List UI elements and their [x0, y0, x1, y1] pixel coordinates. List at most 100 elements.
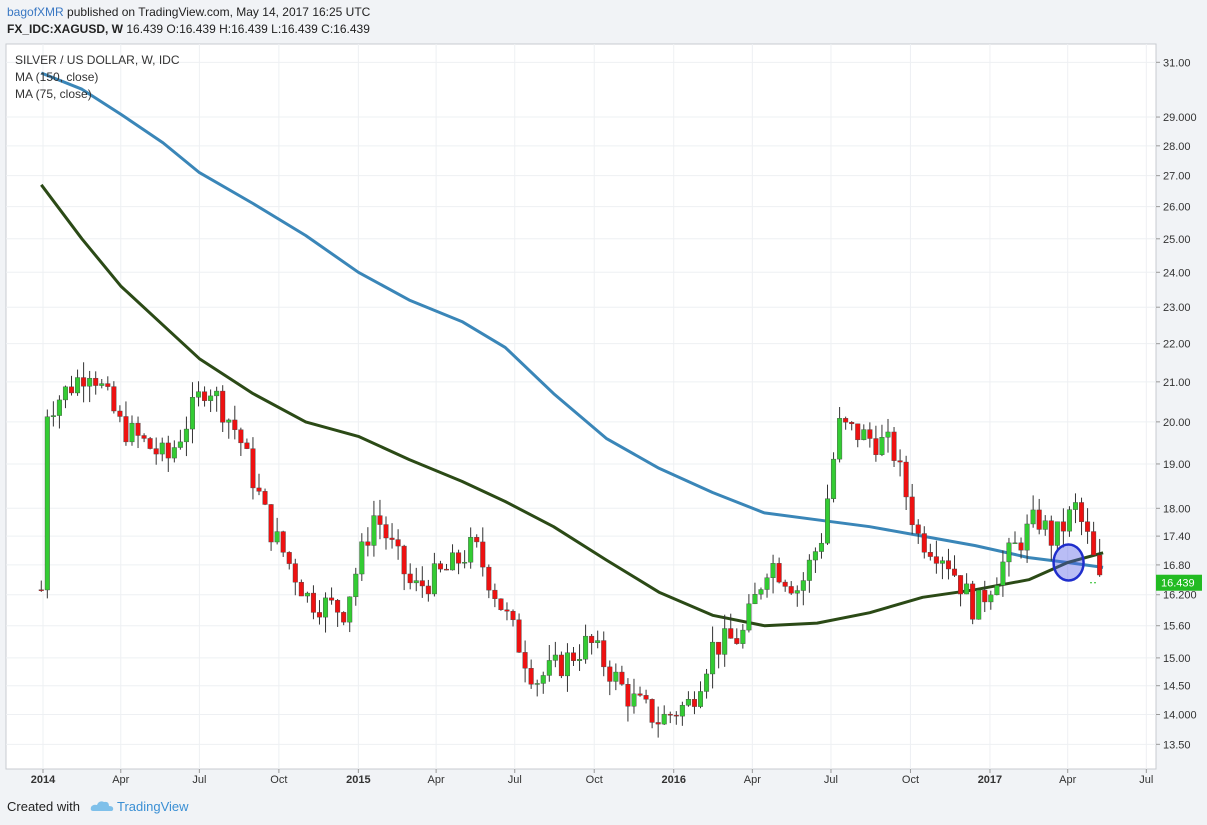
candle-down [1048, 520, 1054, 546]
y-tick-label: 17.40 [1163, 531, 1191, 543]
x-tick-label: 2016 [661, 774, 685, 786]
candle-up [183, 428, 189, 443]
candle-down [728, 628, 734, 639]
candle-down [673, 714, 679, 717]
last-price-label: 16.439 [1161, 578, 1195, 590]
x-tick-label: Jul [824, 774, 838, 786]
candle-up [752, 593, 758, 605]
candle-up [861, 429, 867, 441]
candle-down [141, 435, 147, 439]
candle-up [75, 377, 81, 394]
candle-up [613, 671, 619, 682]
candle-down [1091, 531, 1097, 556]
candle-down [522, 652, 528, 669]
y-tick-label: 27.00 [1163, 171, 1191, 183]
y-tick-label: 21.00 [1163, 377, 1191, 389]
candle-up [740, 629, 746, 644]
candle-down [776, 563, 782, 583]
candle-up [359, 541, 365, 575]
candle-down [456, 552, 462, 564]
candle-up [129, 422, 135, 443]
candle-down [425, 585, 431, 595]
x-tick-label: Oct [586, 774, 603, 786]
candle-down [383, 524, 389, 539]
candle-down [909, 496, 915, 526]
y-tick-label: 19.00 [1163, 459, 1191, 471]
candle-down [498, 598, 504, 611]
candle-up [988, 594, 994, 603]
candle-down [280, 531, 286, 553]
candle-up [994, 585, 1000, 596]
candle-down [165, 442, 171, 459]
candle-down [220, 390, 226, 423]
candle-down [903, 461, 909, 498]
candle-down [335, 600, 341, 613]
candle-down [849, 422, 855, 425]
candle-up [885, 431, 891, 438]
x-tick-label: Apr [744, 774, 761, 786]
candle-down [407, 573, 413, 584]
candle-up [304, 592, 310, 597]
y-tick-label: 18.00 [1163, 503, 1191, 515]
candle-down [93, 377, 99, 386]
x-tick-label: Apr [428, 774, 445, 786]
candle-down [921, 533, 927, 553]
candle-down [486, 566, 492, 591]
candle-up [347, 596, 353, 623]
candle-down [1060, 521, 1066, 532]
candle-up [577, 658, 583, 661]
candle-down [202, 391, 208, 401]
candle-down [970, 583, 976, 620]
candle-up [818, 542, 824, 552]
candle-down [389, 537, 395, 540]
candle-down [504, 609, 510, 612]
candle-down [589, 635, 595, 644]
candle-down [117, 410, 123, 417]
candle-up [800, 580, 806, 591]
y-tick-label: 15.60 [1163, 621, 1191, 633]
candle-up [177, 441, 183, 448]
candle-down [855, 423, 861, 441]
x-tick-label: 2017 [978, 774, 1002, 786]
candle-up [1024, 523, 1030, 551]
candle-down [316, 612, 322, 618]
candle-down [341, 612, 347, 623]
candle-down [256, 487, 262, 492]
chart-title: SILVER / US DOLLAR, W, IDC [15, 53, 180, 67]
tradingview-link[interactable]: TradingView [117, 799, 189, 814]
candle-up [1030, 509, 1036, 525]
candle-down [292, 563, 298, 583]
legend-ma150: MA (150, close) [15, 70, 99, 84]
candle-down [570, 652, 576, 661]
candle-up [56, 399, 62, 416]
candle-down [637, 693, 643, 696]
candle-up [214, 390, 220, 397]
candle-up [661, 713, 667, 725]
y-tick-label: 24.00 [1163, 267, 1191, 279]
candle-down [607, 666, 613, 682]
candle-down [147, 438, 153, 449]
candle-up [704, 673, 710, 692]
candle-down [286, 552, 292, 564]
candle-up [595, 640, 601, 644]
candle-down [945, 560, 951, 570]
candle-up [226, 419, 232, 423]
candle-up [1072, 502, 1078, 510]
candle-down [897, 460, 903, 463]
candle-up [171, 447, 177, 459]
candle-up [1042, 520, 1048, 530]
y-tick-label: 14.50 [1163, 681, 1191, 693]
candle-down [492, 589, 498, 599]
price-chart[interactable]: 31.00 29.000 28.00 27.00 26.00 25.00 24.00 23.0… [0, 0, 1207, 825]
y-tick-label: 15.00 [1163, 653, 1191, 665]
candle-down [891, 431, 897, 461]
candle-up [413, 580, 419, 584]
candle-down [111, 386, 117, 412]
candle-down [250, 448, 256, 489]
x-tick-label: 2014 [31, 774, 56, 786]
candle-down [135, 422, 141, 436]
y-axis: 31.00 29.000 28.00 27.00 26.00 25.00 24.00 23.0… [1156, 57, 1197, 751]
candle-down [268, 504, 274, 543]
candle-up [879, 437, 885, 455]
candle-up [462, 561, 468, 564]
